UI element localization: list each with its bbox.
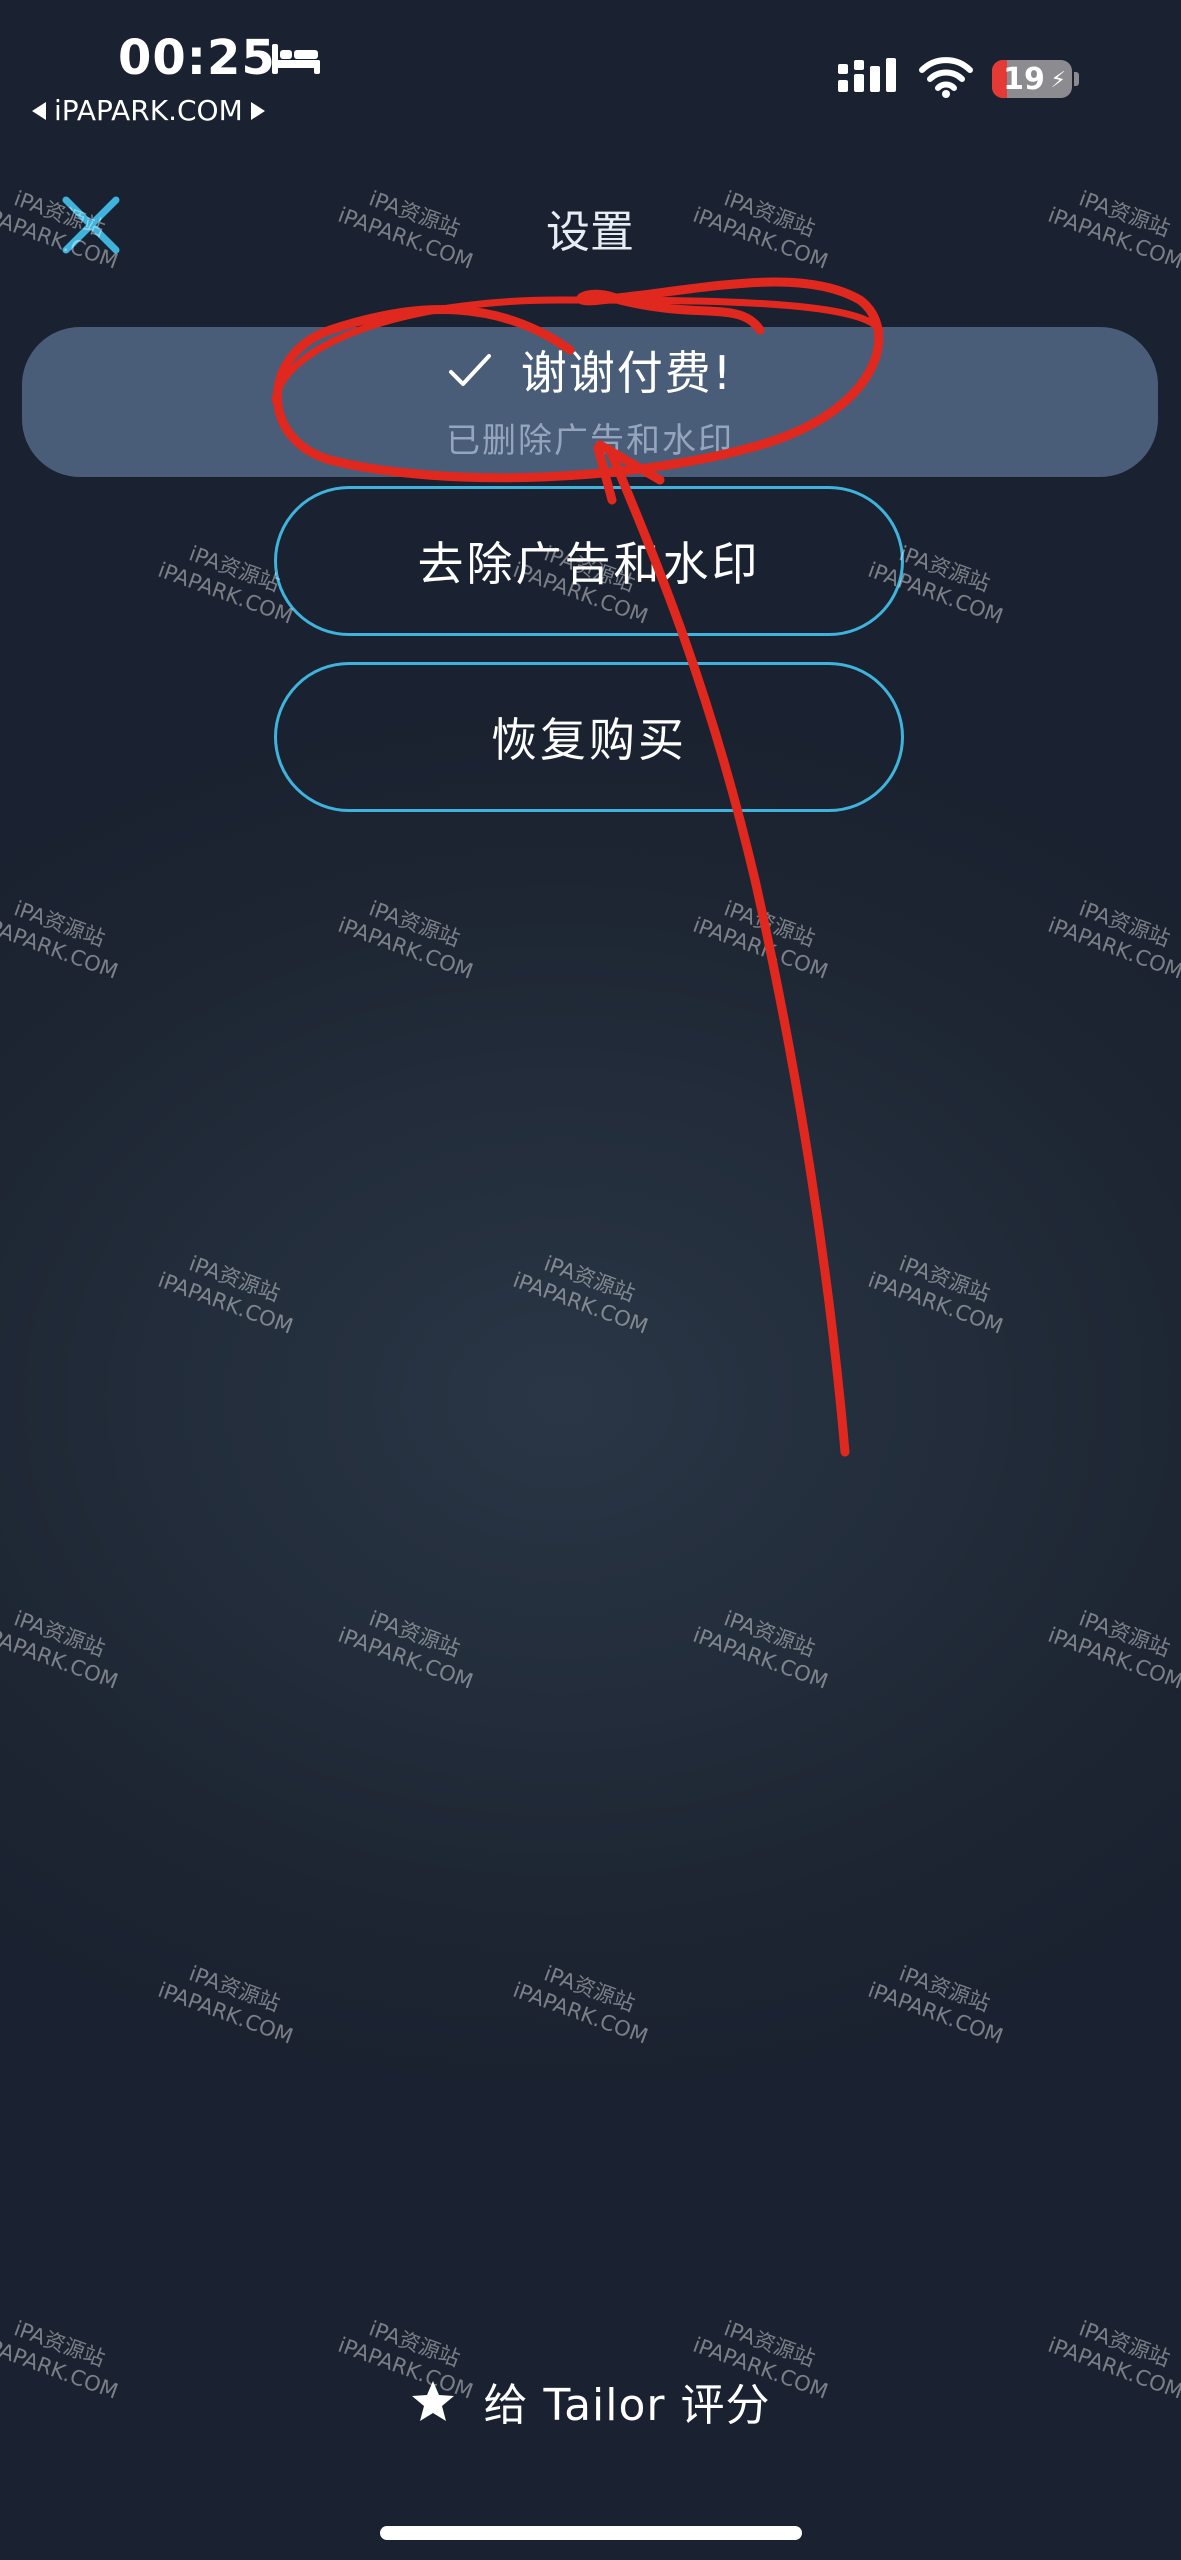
watermark-text: iPA资源站 iPAPARK.COM (861, 1951, 1020, 2051)
watermark-text: iPA资源站 iPAPARK.COM (0, 1596, 134, 1696)
watermark-text: iPA资源站 iPAPARK.COM (151, 1241, 310, 1341)
watermark-text: iPA资源站 iPAPARK.COM (1041, 1596, 1181, 1696)
battery-indicator: 19 ⚡ (992, 60, 1072, 98)
watermark-line1: iPA资源站 (720, 896, 818, 952)
battery-tip (1074, 72, 1079, 86)
watermark-text: iPA资源站 iPAPARK.COM (331, 886, 490, 986)
watermark-text: iPA资源站 iPAPARK.COM (506, 1951, 665, 2051)
watermark-line2: iPAPARK.COM (1044, 912, 1181, 984)
watermark-line1: iPA资源站 (10, 1606, 108, 1662)
watermark-line2: iPAPARK.COM (509, 1977, 652, 2049)
watermark-line2: iPAPARK.COM (1044, 202, 1181, 274)
restore-purchase-button[interactable]: 恢复购买 (274, 662, 904, 812)
watermark-line1: iPA资源站 (895, 1961, 993, 2017)
home-indicator[interactable] (380, 2526, 802, 2540)
watermark-line2: iPAPARK.COM (864, 1977, 1007, 2049)
watermark-line2: iPAPARK.COM (0, 2332, 122, 2404)
watermark-text: iPA资源站 iPAPARK.COM (331, 1596, 490, 1696)
watermark-line1: iPA资源站 (185, 1961, 283, 2017)
thanks-title-row: 谢谢付费! (447, 337, 733, 403)
watermark-line1: iPA资源站 (1075, 896, 1173, 952)
back-to-app-link[interactable]: iPAPARK.COM (32, 94, 265, 127)
rate-app-button[interactable]: 给 Tailor 评分 (400, 2366, 780, 2436)
watermark-line1: iPA资源站 (540, 1251, 638, 1307)
watermark-line2: iPAPARK.COM (154, 1267, 297, 1339)
thanks-title: 谢谢付费! (520, 345, 734, 400)
charging-bolt-icon: ⚡ (1050, 68, 1066, 93)
watermark-line2: iPAPARK.COM (0, 912, 122, 984)
cellular-signal-icon (838, 58, 896, 92)
watermark-line1: iPA资源站 (185, 1251, 283, 1307)
watermark-line2: iPAPARK.COM (1044, 1622, 1181, 1694)
forward-arrow-icon (250, 101, 265, 120)
watermark-line2: iPAPARK.COM (509, 1267, 652, 1339)
watermark-line1: iPA资源站 (10, 2316, 108, 2372)
checkmark-icon (448, 353, 491, 386)
watermark-line2: iPAPARK.COM (0, 1622, 122, 1694)
purchase-thanks-banner: 谢谢付费! 已删除广告和水印 (22, 327, 1158, 477)
watermark-line1: iPA资源站 (540, 1961, 638, 2017)
thanks-subtitle: 已删除广告和水印 (446, 420, 734, 461)
watermark-text: iPA资源站 iPAPARK.COM (151, 1951, 310, 2051)
star-icon (411, 2381, 454, 2421)
watermark-text: iPA资源站 iPAPARK.COM (861, 1241, 1020, 1341)
watermark-text: iPA资源站 iPAPARK.COM (686, 886, 845, 986)
close-icon[interactable] (56, 190, 126, 260)
watermark-line1: iPA资源站 (720, 1606, 818, 1662)
rate-app-label: 给 Tailor 评分 (483, 2380, 771, 2431)
watermark-line2: iPAPARK.COM (1044, 2332, 1181, 2404)
watermark-line1: iPA资源站 (365, 1606, 463, 1662)
watermark-text: iPA资源站 iPAPARK.COM (0, 2306, 134, 2406)
watermark-line1: iPA资源站 (1075, 186, 1173, 242)
watermark-text: iPA资源站 iPAPARK.COM (686, 1596, 845, 1696)
watermark-line2: iPAPARK.COM (689, 1622, 832, 1694)
watermark-text: iPA资源站 iPAPARK.COM (1041, 886, 1181, 986)
sleep-focus-icon (272, 44, 320, 74)
watermark-line1: iPA资源站 (10, 896, 108, 952)
watermark-text: iPA资源站 iPAPARK.COM (506, 1241, 665, 1341)
status-time: 00:25 (118, 30, 276, 86)
back-app-label: iPAPARK.COM (54, 94, 243, 127)
watermark-line2: iPAPARK.COM (334, 1622, 477, 1694)
battery-percent: 19 (1003, 61, 1045, 97)
watermark-line1: iPA资源站 (1075, 1606, 1173, 1662)
watermark-text: iPA资源站 iPAPARK.COM (1041, 176, 1181, 276)
page-title: 设置 (546, 207, 634, 258)
watermark-text: iPA资源站 iPAPARK.COM (0, 886, 134, 986)
remove-ads-button[interactable]: 去除广告和水印 (274, 486, 904, 636)
wifi-icon (919, 57, 973, 98)
watermark-line2: iPAPARK.COM (334, 912, 477, 984)
back-arrow-icon (32, 101, 46, 120)
watermark-text: iPA资源站 iPAPARK.COM (1041, 2306, 1181, 2406)
watermark-line1: iPA资源站 (895, 1251, 993, 1307)
watermark-line1: iPA资源站 (1075, 2316, 1173, 2372)
watermark-line1: iPA资源站 (365, 896, 463, 952)
watermark-line2: iPAPARK.COM (689, 912, 832, 984)
watermark-line2: iPAPARK.COM (864, 1267, 1007, 1339)
watermark-line2: iPAPARK.COM (154, 1977, 297, 2049)
